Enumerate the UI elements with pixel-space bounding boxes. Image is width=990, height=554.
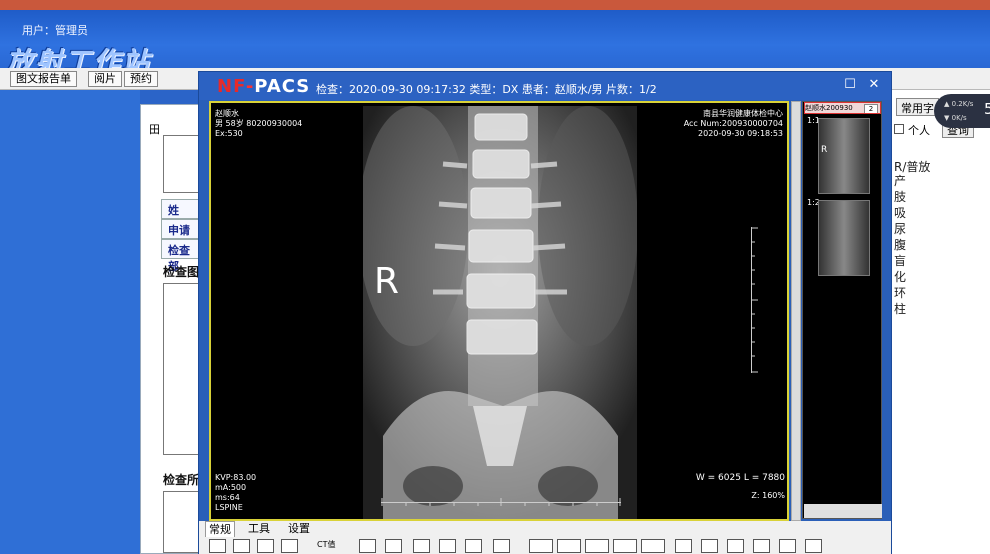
app-header: 用户：管理员 放射工作站	[0, 10, 990, 78]
pan-hand-icon[interactable]	[385, 539, 402, 553]
tool-bar: CT值	[199, 537, 891, 554]
tab-settings[interactable]: 设置	[285, 521, 313, 537]
thumbnail-scrollbar[interactable]	[804, 504, 882, 518]
pacs-logo: NF-PACS	[217, 76, 311, 97]
grid-button[interactable]	[675, 539, 692, 553]
horizontal-ruler	[381, 495, 621, 506]
layout-button[interactable]	[613, 539, 637, 553]
tab-general[interactable]: 常规	[205, 521, 235, 537]
close-icon[interactable]: ✕	[867, 78, 881, 92]
section-image-label: 检查图	[163, 265, 200, 279]
section-finding-label: 检查所	[163, 473, 200, 487]
layout-button[interactable]	[585, 539, 609, 553]
tool-button[interactable]	[493, 539, 510, 553]
form-row-name: 姓	[161, 199, 203, 219]
menu-report-button[interactable]: 图文报告单	[10, 71, 77, 87]
menu-appointment-button[interactable]: 预约	[124, 71, 158, 87]
layout-button[interactable]	[641, 539, 665, 553]
tool-button[interactable]	[413, 539, 430, 553]
tool-button[interactable]	[439, 539, 456, 553]
maximize-icon[interactable]: ☐	[843, 78, 857, 92]
tree-item[interactable]: 吸	[894, 204, 906, 221]
thumbnail-panel: 赵顺水200930 2 1:1 R 1:2	[802, 101, 882, 519]
grid-button[interactable]	[701, 539, 718, 553]
common-words-button[interactable]: 常用字	[896, 98, 939, 116]
tree-item[interactable]: 产	[894, 172, 906, 189]
thumbnail-image[interactable]: R	[818, 118, 870, 194]
tree-item[interactable]: 腹	[894, 236, 906, 253]
layout-button[interactable]	[557, 539, 581, 553]
personal-checkbox[interactable]	[894, 124, 904, 134]
thumbnail-image[interactable]	[818, 200, 870, 276]
overlay-top-left: 赵顺水 男 58岁 80200930004 Ex:530	[215, 109, 303, 138]
tree-item[interactable]: 环	[894, 284, 906, 301]
tool-tabs: 常规 工具 设置	[199, 521, 891, 537]
thumbnail-count: 2	[864, 104, 878, 113]
vertical-ruler-ticks	[752, 227, 758, 373]
download-speed: ▼ 0K/s	[944, 114, 967, 122]
network-count: 5	[984, 100, 990, 118]
tool-button[interactable]	[465, 539, 482, 553]
grid-button[interactable]	[805, 539, 822, 553]
pacs-window: NF-PACS 检查：2020-09-30 09:17:32 类型：DX 患者：…	[198, 71, 892, 554]
tree-item[interactable]: 柱	[894, 300, 906, 317]
thumbnail-header[interactable]: 赵顺水200930 2	[804, 102, 881, 114]
personal-checkbox-label: 个人	[908, 124, 930, 137]
overlay-bottom-left: KVP:83.00 mA:500 ms:64 LSPINE	[215, 473, 257, 512]
right-panel: 常用字 个人 查询 R/普放 产 肢 吸 尿 腹 盲 化 环 柱	[888, 90, 990, 554]
menu-read-button[interactable]: 阅片	[88, 71, 122, 87]
zoom-readout: Z: 160%	[751, 491, 785, 500]
tree-item[interactable]: 化	[894, 268, 906, 285]
xray-image	[363, 106, 637, 519]
user-label: 用户：管理员	[22, 24, 88, 37]
horizontal-ruler-ticks	[381, 498, 621, 506]
form-row-part: 检查部	[161, 239, 203, 273]
finding-textarea[interactable]	[163, 491, 203, 553]
image-viewer[interactable]: 赵顺水 男 58岁 80200930004 Ex:530 南县华润健康体检中心 …	[209, 101, 789, 521]
left-panel	[0, 90, 140, 554]
tree-item[interactable]: 盲	[894, 252, 906, 269]
tab-tools[interactable]: 工具	[245, 521, 273, 537]
report-form: 田 姓 申请科 检查部 检查图 检查所	[140, 104, 203, 554]
exam-info: 检查：2020-09-30 09:17:32 类型：DX 患者：赵顺水/男 片数…	[316, 83, 657, 96]
thumbnail-orientation: R	[821, 145, 828, 155]
tool-button[interactable]	[281, 539, 298, 553]
grid-button[interactable]	[753, 539, 770, 553]
window-level-readout: W = 6025 L = 7880	[695, 473, 785, 483]
upload-speed: ▲ 0.2K/s	[944, 100, 974, 108]
tool-button[interactable]	[257, 539, 274, 553]
image-textarea[interactable]	[163, 283, 203, 455]
form-row-department: 申请科	[161, 219, 203, 253]
vertical-ruler	[751, 227, 761, 373]
orientation-marker: R	[374, 261, 400, 302]
xray-lumbar-spine	[363, 106, 637, 519]
form-top-box[interactable]	[163, 135, 203, 193]
pacs-title-bar[interactable]: NF-PACS 检查：2020-09-30 09:17:32 类型：DX 患者：…	[199, 72, 891, 100]
grid-button[interactable]	[779, 539, 796, 553]
tool-button[interactable]	[359, 539, 376, 553]
tree-item[interactable]: 肢	[894, 188, 906, 205]
form-grid-icon[interactable]: 田	[149, 121, 160, 137]
grid-button[interactable]	[727, 539, 744, 553]
tool-button[interactable]	[233, 539, 250, 553]
tree-item[interactable]: 尿	[894, 220, 906, 237]
overlay-top-right: 南县华润健康体检中心 Acc Num:200930000704 2020-09-…	[683, 109, 783, 138]
layout-button[interactable]	[529, 539, 553, 553]
viewer-scrollbar[interactable]	[791, 101, 801, 521]
top-strip	[0, 0, 990, 10]
ct-value-select[interactable]: CT值	[317, 539, 335, 550]
tool-button[interactable]	[209, 539, 226, 553]
network-speed-widget[interactable]: ▲ 0.2K/s ▼ 0K/s 5	[934, 94, 990, 128]
